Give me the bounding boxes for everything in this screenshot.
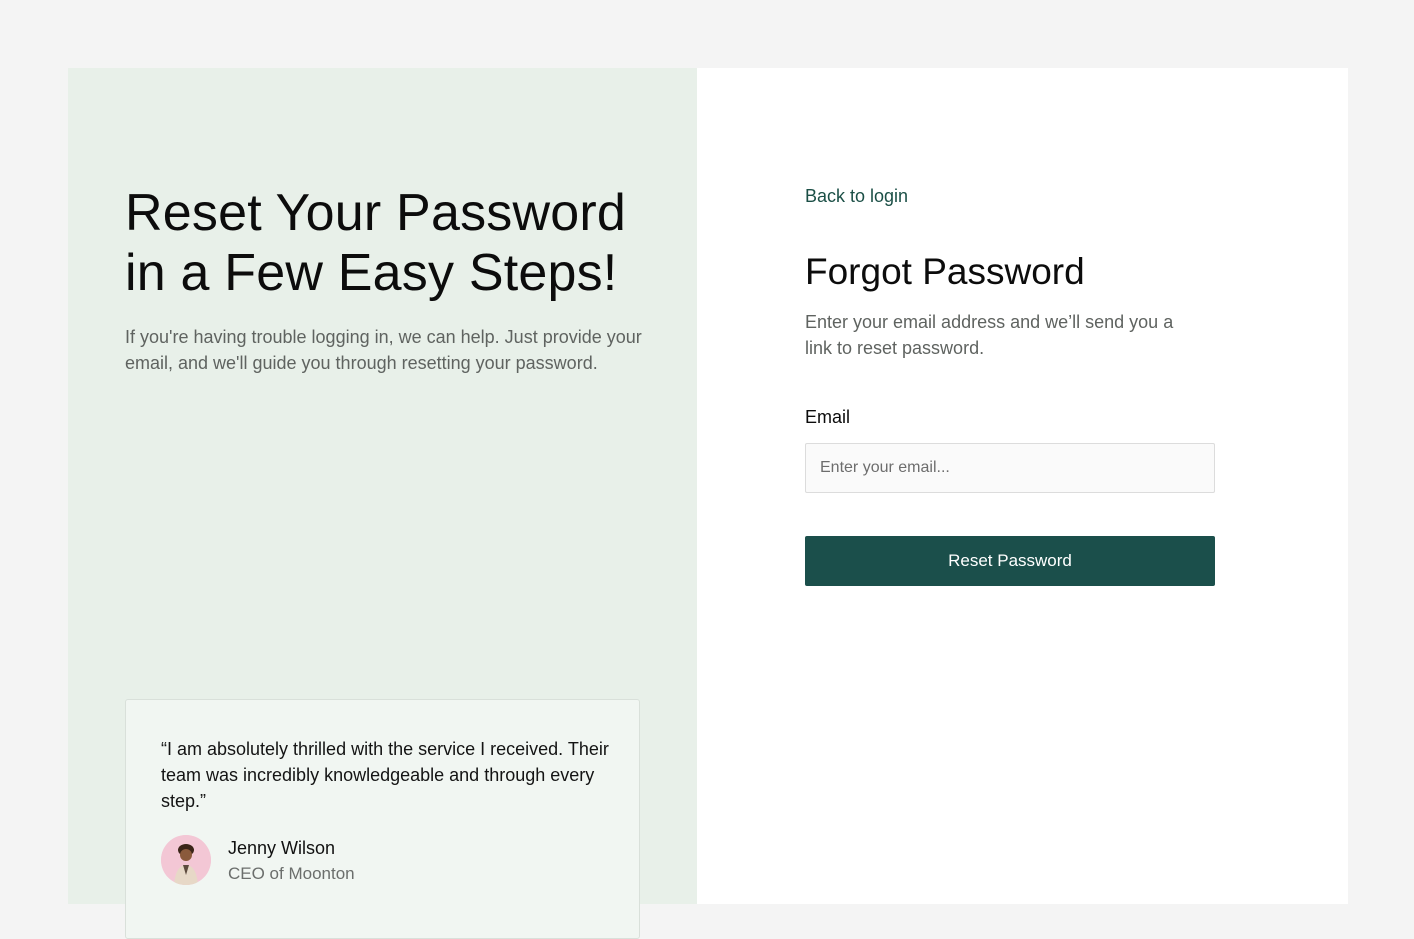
auth-container: Reset Your Password in a Few Easy Steps!… bbox=[68, 68, 1348, 939]
testimonial-card: “I am absolutely thrilled with the servi… bbox=[125, 699, 640, 939]
reset-password-button[interactable]: Reset Password bbox=[805, 536, 1215, 586]
hero-title: Reset Your Password in a Few Easy Steps! bbox=[125, 184, 626, 302]
author-name: Jenny Wilson bbox=[228, 838, 336, 858]
hero-subtitle: If you're having trouble logging in, we … bbox=[125, 327, 642, 373]
author-avatar bbox=[161, 835, 211, 885]
back-to-login-link[interactable]: Back to login bbox=[805, 184, 908, 208]
email-label: Email bbox=[805, 407, 851, 427]
promo-panel: Reset Your Password in a Few Easy Steps!… bbox=[68, 68, 697, 939]
form-panel: Back to login Forgot Password Enter your… bbox=[697, 68, 1348, 904]
person-avatar-icon bbox=[161, 835, 211, 885]
author-role: CEO of Moonton bbox=[228, 864, 355, 883]
testimonial-quote: “I am absolutely thrilled with the servi… bbox=[161, 739, 609, 811]
email-field[interactable] bbox=[805, 443, 1215, 493]
form-title: Forgot Password bbox=[805, 251, 1085, 292]
form-subtitle: Enter your email address and we’ll send … bbox=[805, 312, 1174, 358]
